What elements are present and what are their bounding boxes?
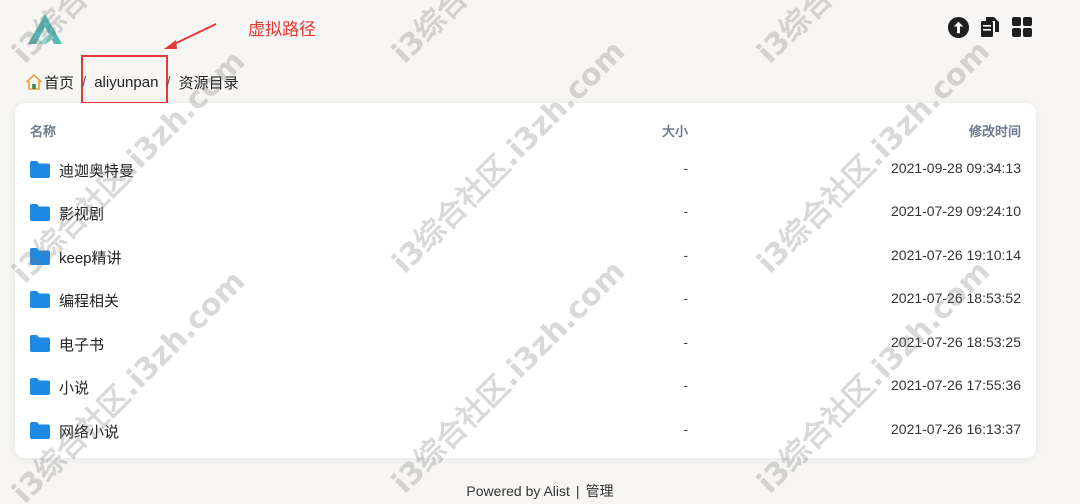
grid-view-icon[interactable] [1010,15,1034,39]
home-icon [26,74,42,90]
file-row[interactable]: 迪迦奥特曼 - 2021-09-28 09:34:13 [15,148,1036,191]
file-size: - [683,421,688,437]
file-name: keep精讲 [59,250,122,267]
file-row[interactable]: 影视剧 - 2021-07-29 09:24:10 [15,191,1036,234]
file-modified: 2021-07-26 18:53:52 [891,290,1021,306]
watermark-text: i3综合社区.i3zh.com [380,0,633,71]
file-name: 小说 [59,380,90,397]
folder-icon [30,204,50,221]
file-list: 名称 大小 修改时间 迪迦奥特曼 - 2021-09-28 09:34:13 影… [15,103,1036,458]
folder-icon [30,422,50,439]
column-header-name[interactable]: 名称 [30,121,56,140]
breadcrumb-item-aliyunpan[interactable]: aliyunpan [94,74,158,91]
breadcrumb: 首页 / aliyunpan / 资源目录 [26,72,239,92]
upload-icon[interactable] [946,15,970,39]
file-row[interactable]: keep精讲 - 2021-07-26 19:10:14 [15,235,1036,278]
folder-icon [30,378,50,395]
copy-icon[interactable] [978,15,1002,39]
file-modified: 2021-07-26 19:10:14 [891,247,1021,263]
breadcrumb-separator: / [82,73,87,91]
footer: Powered by Alist | 管理 [0,481,1080,501]
manage-link[interactable]: 管理 [586,483,614,499]
file-name: 影视剧 [59,206,105,223]
file-row[interactable]: 编程相关 - 2021-07-26 18:53:52 [15,278,1036,321]
file-row[interactable]: 小说 - 2021-07-26 17:55:36 [15,365,1036,408]
file-modified: 2021-07-26 17:55:36 [891,377,1021,393]
folder-icon [30,291,50,308]
file-name: 电子书 [59,337,105,354]
file-modified: 2021-07-26 18:53:25 [891,334,1021,350]
file-size: - [683,160,688,176]
file-size: - [683,377,688,393]
file-size: - [683,247,688,263]
footer-separator: | [575,483,580,499]
file-row[interactable]: 电子书 - 2021-07-26 18:53:25 [15,322,1036,365]
file-row[interactable]: 网络小说 - 2021-07-26 16:13:37 [15,409,1036,452]
powered-by-link[interactable]: Powered by Alist [466,483,570,499]
file-name: 迪迦奥特曼 [59,163,135,180]
folder-icon [30,335,50,352]
file-size: - [683,203,688,219]
alist-logo[interactable] [26,12,64,46]
column-header-modified[interactable]: 修改时间 [969,121,1021,140]
alist-file-browser: 虚拟路径 首页 / aliyunpan / 资源目录 名称 大小 修改时间 迪迦… [0,0,1080,504]
breadcrumb-home-label: 首页 [44,74,75,92]
folder-icon [30,248,50,265]
file-size: - [683,334,688,350]
annotation-label: 虚拟路径 [248,20,316,40]
file-size: - [683,290,688,306]
file-name: 网络小说 [59,424,120,441]
file-modified: 2021-07-29 09:24:10 [891,203,1021,219]
file-modified: 2021-09-28 09:34:13 [891,160,1021,176]
breadcrumb-separator: / [166,73,171,91]
annotation-arrow-icon [164,23,217,49]
breadcrumb-item-current[interactable]: 资源目录 [179,72,239,93]
file-modified: 2021-07-26 16:13:37 [891,421,1021,437]
file-name: 编程相关 [59,293,120,310]
breadcrumb-home[interactable]: 首页 [26,72,74,93]
folder-icon [30,161,50,178]
column-header-size[interactable]: 大小 [662,121,688,140]
header-toolbar [946,15,1034,39]
